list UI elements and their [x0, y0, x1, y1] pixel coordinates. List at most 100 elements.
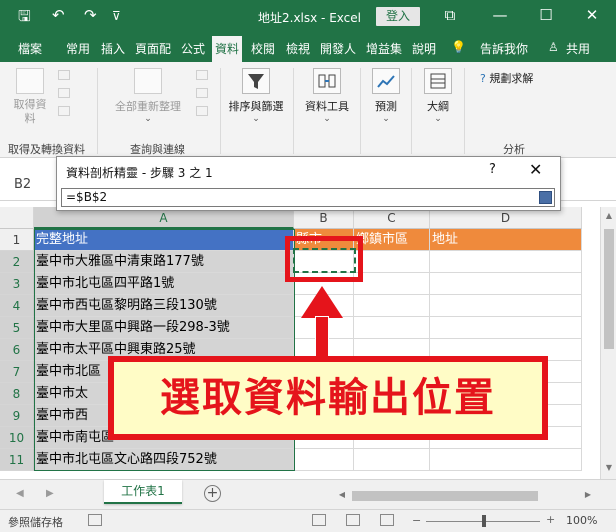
cell-d1[interactable]: 地址	[430, 229, 582, 251]
tab-review[interactable]: 校閱	[251, 40, 275, 57]
normal-view-icon[interactable]	[312, 514, 326, 526]
lightbulb-icon[interactable]: 💡	[451, 40, 466, 54]
scroll-up-icon[interactable]: ▲	[601, 211, 616, 220]
solver-button[interactable]: ? 規劃求解	[480, 70, 533, 86]
select-all-corner[interactable]	[0, 207, 34, 229]
scroll-down-icon[interactable]: ▼	[601, 463, 616, 472]
outline-button[interactable]: 大綱 ⌄	[418, 68, 458, 124]
row-header[interactable]: 1	[0, 229, 34, 251]
close-icon[interactable]: ✕	[578, 6, 606, 24]
from-table-icon	[58, 106, 70, 116]
cell-d4[interactable]	[430, 295, 582, 317]
redo-icon[interactable]: ↷	[84, 6, 97, 24]
ribbon-separator	[97, 68, 98, 154]
row-header[interactable]: 7	[0, 361, 34, 383]
refresh-all-button[interactable]: 全部重新整理 ⌄	[108, 68, 188, 124]
zoom-level[interactable]: 100%	[566, 514, 597, 527]
cell-a4[interactable]: 臺中市西屯區黎明路三段130號	[34, 295, 294, 317]
cell-c5[interactable]	[354, 317, 430, 339]
row-header[interactable]: 4	[0, 295, 34, 317]
name-box[interactable]: B2	[14, 177, 31, 192]
vertical-scroll-thumb[interactable]	[604, 229, 614, 349]
destination-input[interactable]: =$B$2	[61, 188, 555, 207]
tab-data[interactable]: 資料	[212, 36, 243, 62]
restore-icon[interactable]: ☐	[532, 6, 560, 24]
prev-sheet-icon[interactable]: ◀	[16, 488, 24, 499]
row-header[interactable]: 11	[0, 449, 34, 471]
row-header[interactable]: 10	[0, 427, 34, 449]
row-header[interactable]: 6	[0, 339, 34, 361]
cell-a3[interactable]: 臺中市北屯區四平路1號	[34, 273, 294, 295]
tell-me-search[interactable]: 告訴我你	[480, 40, 528, 57]
cell-d2[interactable]	[430, 251, 582, 273]
ribbon-display-options-icon[interactable]: ⧉	[436, 6, 464, 24]
cell-a2[interactable]: 臺中市大雅區中清東路177號	[34, 251, 294, 273]
dialog-close-icon[interactable]: ✕	[529, 160, 542, 179]
row-header[interactable]: 8	[0, 383, 34, 405]
zoom-in-icon[interactable]: +	[546, 513, 555, 526]
queries-small-icons[interactable]	[196, 70, 212, 116]
sheet-tab-1[interactable]: 工作表1	[104, 480, 182, 504]
minimize-icon[interactable]: —	[486, 6, 514, 24]
cell-b2[interactable]	[294, 251, 354, 273]
help-icon[interactable]: ?	[489, 162, 496, 177]
share-button[interactable]: 共用	[566, 40, 590, 57]
ribbon-separator	[360, 68, 361, 154]
next-sheet-icon[interactable]: ▶	[46, 488, 54, 499]
data-tools-icon	[313, 68, 341, 94]
cell-d11[interactable]	[430, 449, 582, 471]
title-bar: 🖫 ↶ ↷ ⊽ 地址2.xlsx - Excel 登入 ⧉ — ☐ ✕	[0, 0, 616, 34]
horizontal-scrollbar[interactable]: ◀ ▶	[334, 489, 599, 502]
cell-d5[interactable]	[430, 317, 582, 339]
sort-filter-button[interactable]: 排序與篩選 ⌄	[224, 68, 288, 124]
row-header[interactable]: 2	[0, 251, 34, 273]
cell-c3[interactable]	[354, 273, 430, 295]
refresh-all-label: 全部重新整理	[115, 100, 181, 113]
tab-insert[interactable]: 插入	[101, 40, 125, 57]
edit-links-icon	[196, 106, 208, 116]
cell-a5[interactable]: 臺中市大里區中興路一段298-3號	[34, 317, 294, 339]
cell-a1[interactable]: 完整地址	[34, 229, 294, 251]
tab-help[interactable]: 說明	[412, 40, 436, 57]
cell-b11[interactable]	[294, 449, 354, 471]
row-header[interactable]: 9	[0, 405, 34, 427]
tab-developer[interactable]: 開發人	[320, 40, 356, 57]
get-data-label: 取得資 料	[13, 98, 47, 125]
tab-home[interactable]: 常用	[66, 40, 90, 57]
zoom-out-icon[interactable]: −	[412, 514, 421, 527]
login-button[interactable]: 登入	[376, 7, 420, 26]
forecast-button[interactable]: 預測 ⌄	[366, 68, 406, 124]
cell-c4[interactable]	[354, 295, 430, 317]
cell-c11[interactable]	[354, 449, 430, 471]
page-layout-view-icon[interactable]	[346, 514, 360, 526]
expand-dialog-icon[interactable]	[539, 191, 552, 204]
get-data-button[interactable]: 取得資 料	[8, 68, 52, 126]
cell-a11[interactable]: 臺中市北屯區文心路四段752號	[34, 449, 294, 471]
customize-quick-access-icon[interactable]: ⊽	[112, 9, 121, 23]
tab-page-layout[interactable]: 頁面配	[135, 40, 171, 57]
share-icon[interactable]: ♙	[548, 40, 559, 54]
cell-c2[interactable]	[354, 251, 430, 273]
page-break-view-icon[interactable]	[380, 514, 394, 526]
row-header[interactable]: 5	[0, 317, 34, 339]
data-tools-button[interactable]: 資料工具 ⌄	[298, 68, 356, 124]
cell-b1[interactable]: 縣市	[294, 229, 354, 251]
cell-d3[interactable]	[430, 273, 582, 295]
scroll-right-icon[interactable]: ▶	[580, 490, 596, 499]
save-icon[interactable]: 🖫	[18, 6, 31, 31]
add-sheet-icon[interactable]: +	[204, 485, 221, 502]
accessibility-icon[interactable]	[88, 514, 102, 526]
zoom-slider-thumb[interactable]	[482, 515, 486, 527]
queries-group-label: 查詢與連線	[130, 143, 185, 156]
tab-view[interactable]: 檢視	[286, 40, 310, 57]
row-header[interactable]: 3	[0, 273, 34, 295]
undo-icon[interactable]: ↶	[52, 6, 65, 24]
horizontal-scroll-thumb[interactable]	[352, 491, 538, 501]
tab-formulas[interactable]: 公式	[181, 40, 205, 57]
get-data-small-icons[interactable]	[58, 70, 74, 116]
scroll-left-icon[interactable]: ◀	[334, 490, 350, 499]
tab-file[interactable]: 檔案	[18, 40, 42, 57]
cell-c1[interactable]: 鄉鎮市區	[354, 229, 430, 251]
vertical-scrollbar[interactable]: ▲ ▼	[600, 207, 616, 479]
tab-addins[interactable]: 增益集	[366, 40, 402, 57]
